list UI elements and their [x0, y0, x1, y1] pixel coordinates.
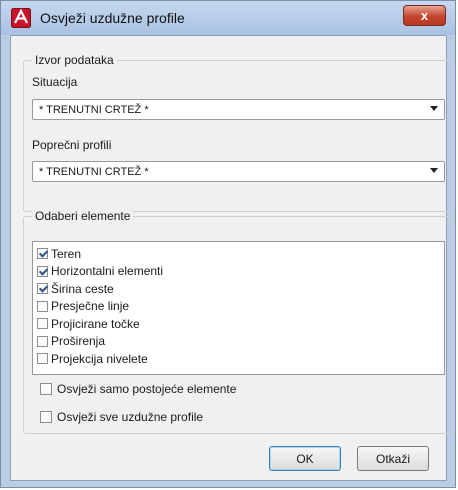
cross-section-label: Poprečni profili	[32, 138, 112, 152]
situation-label: Situacija	[32, 75, 78, 89]
list-item-label: Projicirane točke	[51, 316, 140, 331]
elements-group: Odaberi elemente Teren Horizontalni elem…	[23, 209, 453, 434]
list-item[interactable]: Proširenja	[33, 333, 444, 351]
title-bar[interactable]: Osvježi uzdužne profile x	[1, 1, 455, 35]
ok-button[interactable]: OK	[269, 446, 341, 471]
list-item-label: Projekcija nivelete	[51, 351, 148, 366]
refresh-all-option[interactable]: Osvježi sve uzdužne profile	[40, 410, 203, 424]
dialog-title: Osvježi uzdužne profile	[40, 10, 185, 26]
refresh-existing-label: Osvježi samo postojeće elemente	[57, 382, 237, 396]
cross-section-dropdown[interactable]: * TRENUTNI CRTEŽ *	[32, 161, 445, 182]
refresh-all-checkbox[interactable]	[40, 411, 52, 423]
checkbox[interactable]	[37, 248, 48, 260]
situation-dropdown[interactable]: * TRENUTNI CRTEŽ *	[32, 99, 445, 120]
autocad-app-icon	[10, 7, 32, 29]
checkbox[interactable]	[37, 283, 48, 295]
close-button[interactable]: x	[403, 5, 446, 26]
list-item-label: Proširenja	[51, 334, 106, 349]
chevron-down-icon	[430, 168, 438, 173]
checkbox[interactable]	[37, 300, 48, 312]
list-item[interactable]: Širina ceste	[33, 280, 444, 298]
dialog-window: Osvježi uzdužne profile x Izvor podataka…	[0, 0, 456, 488]
checkbox[interactable]	[37, 335, 48, 347]
list-item[interactable]: Teren	[33, 245, 444, 263]
cross-section-value: * TRENUTNI CRTEŽ *	[39, 165, 149, 178]
list-item-label: Presječne linje	[51, 299, 130, 314]
list-item-label: Teren	[51, 246, 82, 261]
refresh-all-label: Osvježi sve uzdužne profile	[57, 410, 204, 424]
chevron-down-icon	[430, 106, 438, 111]
checkbox[interactable]	[37, 265, 48, 277]
source-group-title: Izvor podataka	[32, 53, 117, 67]
list-item[interactable]: Projekcija nivelete	[33, 350, 444, 368]
refresh-existing-option[interactable]: Osvježi samo postojeće elemente	[40, 382, 236, 396]
source-group: Izvor podataka Situacija * TRENUTNI CRTE…	[23, 53, 453, 212]
checkbox[interactable]	[37, 318, 48, 330]
elements-list[interactable]: Teren Horizontalni elementi Širina ceste…	[32, 241, 445, 375]
cancel-button[interactable]: Otkaži	[357, 446, 429, 471]
checkbox[interactable]	[37, 353, 48, 365]
list-item[interactable]: Horizontalni elementi	[33, 263, 444, 281]
list-item[interactable]: Presječne linje	[33, 298, 444, 316]
list-item-label: Horizontalni elementi	[51, 264, 164, 279]
list-item-label: Širina ceste	[51, 281, 114, 296]
dialog-content: Izvor podataka Situacija * TRENUTNI CRTE…	[10, 35, 453, 481]
refresh-existing-checkbox[interactable]	[40, 383, 52, 395]
close-icon: x	[420, 8, 429, 23]
situation-value: * TRENUTNI CRTEŽ *	[39, 103, 149, 116]
list-item[interactable]: Projicirane točke	[33, 315, 444, 333]
elements-group-title: Odaberi elemente	[32, 209, 134, 223]
